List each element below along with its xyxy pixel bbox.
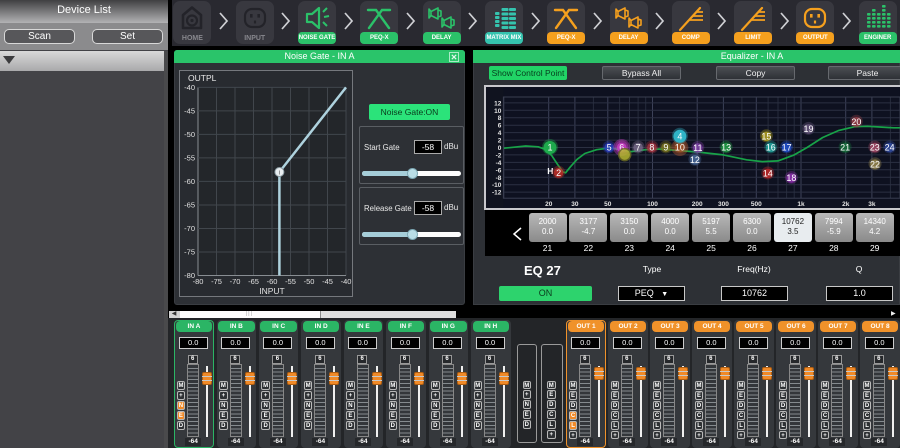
svg-text:-2: -2 xyxy=(496,152,502,159)
svg-text:OUTPL: OUTPL xyxy=(188,73,217,83)
svg-text:-75: -75 xyxy=(211,277,222,286)
svg-text:INPUT: INPUT xyxy=(259,286,285,296)
svg-text:-80: -80 xyxy=(193,277,204,286)
svg-text:-60: -60 xyxy=(267,277,278,286)
svg-text:10: 10 xyxy=(675,143,685,153)
svg-text:15: 15 xyxy=(761,132,771,142)
svg-text:-4: -4 xyxy=(496,160,502,167)
svg-text:12: 12 xyxy=(494,100,502,107)
svg-text:100: 100 xyxy=(647,201,658,208)
svg-text:2: 2 xyxy=(498,138,502,145)
svg-text:20: 20 xyxy=(545,201,553,208)
svg-text:3k: 3k xyxy=(868,201,876,208)
svg-text:1: 1 xyxy=(547,143,552,153)
svg-text:500: 500 xyxy=(751,201,762,208)
svg-text:4: 4 xyxy=(498,130,502,137)
svg-text:30: 30 xyxy=(571,201,579,208)
svg-text:200: 200 xyxy=(692,201,703,208)
svg-text:-55: -55 xyxy=(285,277,296,286)
svg-text:2k: 2k xyxy=(842,201,850,208)
svg-text:17: 17 xyxy=(782,143,792,153)
svg-text:24: 24 xyxy=(885,143,895,153)
svg-text:8: 8 xyxy=(649,143,654,153)
svg-text:i: i xyxy=(279,170,280,177)
svg-text:4: 4 xyxy=(677,132,682,142)
svg-text:6: 6 xyxy=(498,123,502,130)
svg-text:-50: -50 xyxy=(304,277,315,286)
svg-text:9: 9 xyxy=(663,143,668,153)
svg-text:-12: -12 xyxy=(492,190,502,197)
svg-text:-45: -45 xyxy=(184,106,195,115)
svg-text:-6: -6 xyxy=(496,167,502,174)
svg-text:8: 8 xyxy=(498,115,502,122)
svg-text:-50: -50 xyxy=(184,130,195,139)
svg-text:-60: -60 xyxy=(184,177,195,186)
svg-text:21: 21 xyxy=(840,143,850,153)
svg-text:22: 22 xyxy=(870,159,880,169)
svg-text:5: 5 xyxy=(607,143,612,153)
svg-text:7: 7 xyxy=(636,143,641,153)
svg-text:-40: -40 xyxy=(341,277,352,286)
svg-text:14: 14 xyxy=(763,169,773,179)
svg-text:10: 10 xyxy=(494,108,502,115)
svg-text:23: 23 xyxy=(870,143,880,153)
svg-text:-55: -55 xyxy=(184,153,195,162)
svg-text:50: 50 xyxy=(604,201,612,208)
svg-text:-70: -70 xyxy=(184,224,195,233)
svg-text:-10: -10 xyxy=(492,182,502,189)
svg-text:0: 0 xyxy=(498,145,502,152)
svg-text:-65: -65 xyxy=(248,277,259,286)
svg-text:300: 300 xyxy=(718,201,729,208)
svg-text:-65: -65 xyxy=(184,201,195,210)
svg-text:11: 11 xyxy=(693,143,702,153)
svg-text:12: 12 xyxy=(690,155,700,165)
svg-text:1k: 1k xyxy=(797,201,805,208)
svg-text:2: 2 xyxy=(556,168,561,178)
svg-text:-70: -70 xyxy=(230,277,241,286)
svg-text:-40: -40 xyxy=(184,83,195,92)
svg-text:-45: -45 xyxy=(322,277,333,286)
svg-text:18: 18 xyxy=(786,173,796,183)
svg-text:16: 16 xyxy=(766,143,776,153)
svg-text:-75: -75 xyxy=(184,248,195,257)
svg-text:20: 20 xyxy=(851,117,861,127)
svg-text:13: 13 xyxy=(721,143,731,153)
svg-text:-8: -8 xyxy=(496,175,502,182)
svg-text:19: 19 xyxy=(803,124,813,134)
